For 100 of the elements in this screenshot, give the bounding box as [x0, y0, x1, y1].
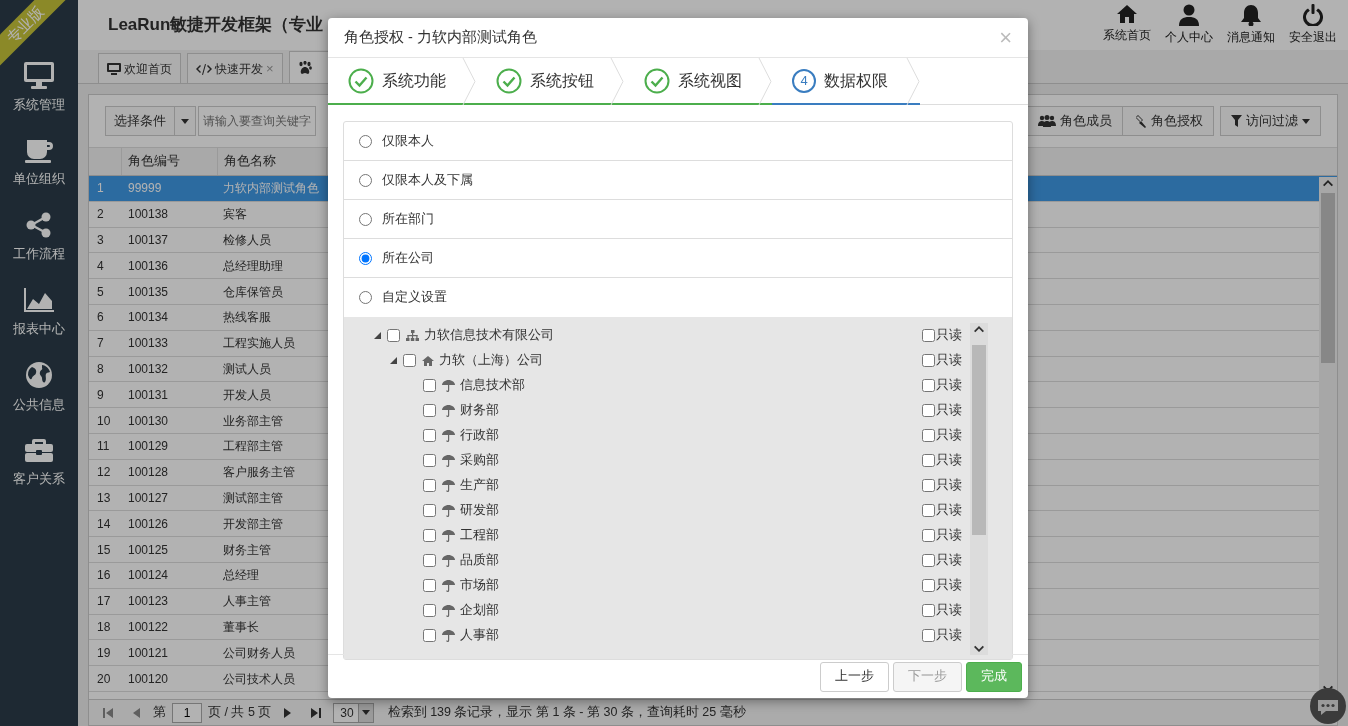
app-title: LeaRun敏捷开发框架（专业 — [108, 14, 324, 37]
row-number: 16 — [96, 567, 112, 585]
readonly-label[interactable]: 只读 — [936, 601, 962, 620]
table-cell-text: 力软内部测试角色 — [222, 180, 320, 198]
row-number: 12 — [96, 464, 112, 482]
row-number: 17 — [96, 593, 112, 611]
sidebar-item[interactable]: 报表中心 — [0, 275, 78, 350]
readonly-label[interactable]: 只读 — [936, 626, 962, 645]
nav-link[interactable]: 个人中心 — [1158, 4, 1220, 46]
nav-link[interactable]: 安全退出 — [1282, 4, 1344, 46]
table-cell-text: 100129 — [127, 438, 170, 456]
sidebar-item[interactable]: 工作流程 — [0, 200, 78, 275]
table-cell-text: 测试人员 — [222, 360, 272, 378]
table-cell-text: 董事长 — [222, 618, 260, 636]
readonly-label[interactable]: 只读 — [936, 426, 962, 445]
option-label[interactable]: 自定义设置 — [382, 288, 447, 307]
row-number: 11 — [96, 438, 111, 456]
tree-node-label[interactable]: 研发部 — [460, 501, 499, 520]
tree-node-label[interactable]: 工程部 — [460, 526, 499, 545]
row-number: 19 — [96, 644, 112, 662]
tab[interactable]: 欢迎首页 — [98, 53, 181, 83]
sidebar-item[interactable]: 单位组织 — [0, 125, 78, 200]
table-cell-text: 总经理 — [222, 567, 260, 585]
table-cell-text: 100124 — [127, 567, 170, 585]
tree-node-label[interactable]: 行政部 — [460, 426, 499, 445]
nav-link[interactable]: 系统首页 — [1096, 4, 1158, 46]
row-number: 6 — [96, 309, 105, 327]
readonly-label[interactable]: 只读 — [936, 501, 962, 520]
tree-node-label[interactable]: 财务部 — [460, 401, 499, 420]
table-cell-text: 业务部主管 — [222, 412, 284, 430]
page-size-select[interactable]: 30 — [333, 702, 374, 723]
table-cell-text: 100126 — [127, 515, 170, 533]
sidebar-item[interactable]: 客户关系 — [0, 425, 78, 500]
condition-button[interactable]: 选择条件 — [105, 106, 175, 136]
toolbar-button[interactable]: 角色成员 — [1027, 106, 1123, 136]
readonly-label[interactable]: 只读 — [936, 551, 962, 570]
table-cell-text: 100133 — [127, 335, 170, 353]
dialog-title: 角色授权 - 力软内部测试角色 — [344, 27, 537, 47]
table-cell-text: 100131 — [127, 386, 170, 404]
tree-node-label[interactable]: 采购部 — [460, 451, 499, 470]
table-cell-text: 100121 — [127, 644, 170, 662]
tree-node-label[interactable]: 力软信息技术有限公司 — [424, 326, 554, 345]
option-label[interactable]: 仅限本人 — [382, 131, 434, 151]
sidebar-item[interactable]: 公共信息 — [0, 350, 78, 425]
row-number: 13 — [96, 489, 112, 507]
table-cell-text: 测试部主管 — [222, 489, 284, 507]
readonly-label[interactable]: 只读 — [936, 401, 962, 420]
table-cell-text: 总经理助理 — [222, 257, 284, 275]
readonly-label[interactable]: 只读 — [936, 476, 962, 495]
table-cell-text: 客户服务主管 — [222, 464, 296, 482]
tree-node-label[interactable]: 力软（上海）公司 — [439, 351, 543, 370]
table-cell-text: 99999 — [127, 180, 163, 198]
tree-node-label[interactable]: 信息技术部 — [460, 376, 525, 395]
readonly-label[interactable]: 只读 — [936, 451, 962, 470]
readonly-label[interactable]: 只读 — [936, 326, 962, 345]
column-header[interactable]: 角色编号 — [121, 148, 217, 175]
option-label[interactable]: 所在部门 — [382, 209, 434, 229]
tree-node-label[interactable]: 市场部 — [460, 576, 499, 595]
table-cell-text: 工程部主管 — [222, 438, 284, 456]
tree-node-label[interactable]: 人事部 — [460, 626, 499, 645]
table-cell-text: 100137 — [127, 232, 170, 249]
page-number-field[interactable]: 1 — [172, 702, 202, 723]
readonly-label[interactable]: 只读 — [936, 526, 962, 545]
nav-link[interactable]: 消息通知 — [1220, 4, 1282, 46]
tree-node-label[interactable]: 品质部 — [460, 551, 499, 570]
dialog-button[interactable]: 上一步 — [820, 661, 889, 692]
table-cell-text: 开发部主管 — [222, 515, 284, 533]
row-number: 4 — [96, 257, 105, 275]
option-label[interactable]: 仅限本人及下属 — [382, 170, 473, 190]
wizard-step[interactable]: 系统功能 — [328, 58, 476, 105]
table-cell-text: 100135 — [127, 283, 170, 301]
column-header[interactable]: 角色名称 — [217, 148, 327, 175]
readonly-label[interactable]: 只读 — [936, 376, 962, 395]
table-cell-text: 开发人员 — [222, 386, 272, 404]
table-cell-text: 100120 — [127, 670, 170, 688]
wizard-step[interactable]: 系统按钮 — [476, 58, 624, 105]
row-number: 14 — [96, 515, 112, 533]
toolbar-button[interactable]: 角色授权 — [1123, 106, 1214, 136]
readonly-label[interactable]: 只读 — [936, 576, 962, 595]
toolbar-button[interactable]: 访问过滤 — [1220, 106, 1321, 136]
readonly-label[interactable]: 只读 — [936, 351, 962, 370]
tree-node-label[interactable]: 企划部 — [460, 601, 499, 620]
table-cell-text: 100128 — [127, 464, 170, 482]
row-number: 7 — [96, 335, 105, 353]
table-cell-text: 100122 — [127, 618, 170, 636]
record-summary: 检索到 139 条记录，显示 第 1 条 - 第 30 条，查询耗时 25 毫秒 — [387, 704, 746, 722]
row-number: 15 — [96, 541, 112, 559]
table-cell-text: 人事主管 — [222, 593, 272, 611]
tab[interactable]: 快速开发 × — [187, 53, 283, 83]
row-number: 5 — [96, 283, 105, 301]
table-cell-text: 100125 — [127, 541, 170, 559]
table-cell-text: 100134 — [127, 309, 170, 327]
wizard-step[interactable]: 系统视图 — [624, 58, 772, 105]
table-cell-text: 100127 — [127, 489, 170, 507]
option-label[interactable]: 所在公司 — [382, 248, 434, 268]
row-number: 20 — [96, 670, 112, 688]
tree-node-label[interactable]: 生产部 — [460, 476, 499, 495]
table-cell-text: 仓库保管员 — [222, 283, 284, 301]
search-field[interactable]: 请输入要查询关键字 — [198, 106, 316, 136]
wizard-step[interactable]: 4 数据权限 — [772, 58, 920, 105]
